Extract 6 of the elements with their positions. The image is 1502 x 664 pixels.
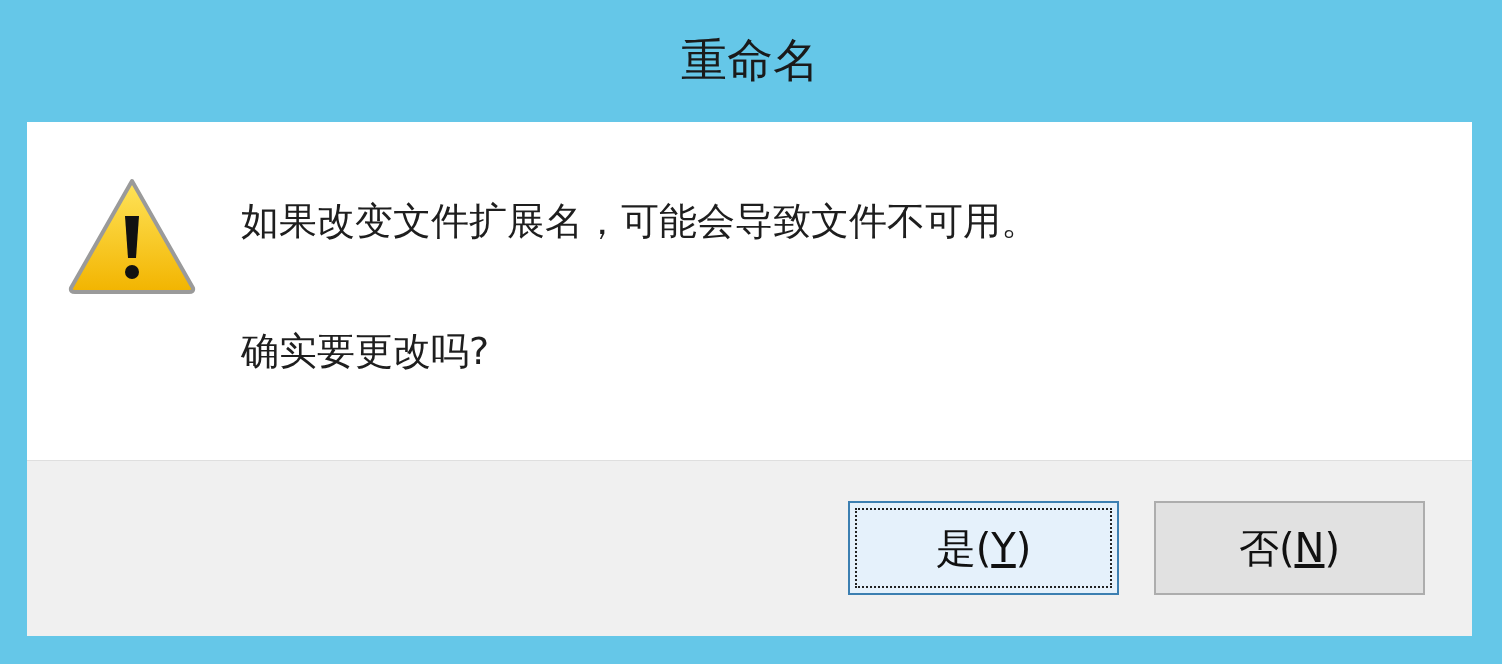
- window-title: 重命名: [680, 32, 819, 89]
- dialog-button[interactable]: 否(N): [1154, 501, 1425, 595]
- message-text: 确实要更改吗?: [241, 328, 491, 374]
- warning-icon: [68, 178, 196, 294]
- message-text: 如果改变文件扩展名，可能会导致文件不可用。: [241, 198, 1039, 244]
- dialog-button[interactable]: 是(Y): [848, 501, 1119, 595]
